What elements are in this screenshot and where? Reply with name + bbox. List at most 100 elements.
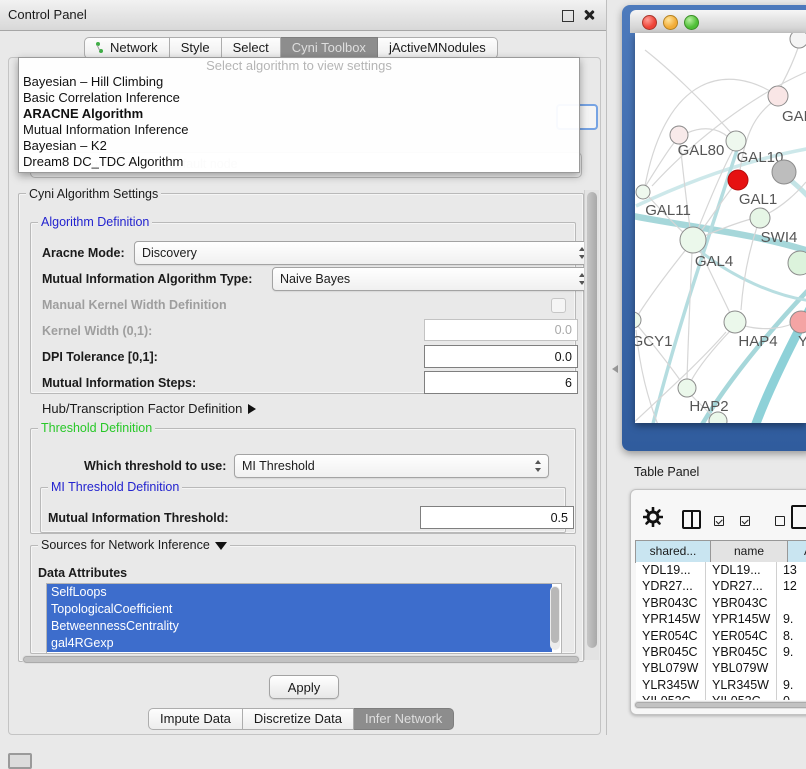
tab-network[interactable]: Network <box>84 37 170 59</box>
select-all-checkbox-icon[interactable] <box>714 516 724 526</box>
table-hscrollbar-thumb[interactable] <box>635 702 806 708</box>
gear-icon[interactable] <box>643 507 663 527</box>
algorithm-option[interactable]: Bayesian – K2 <box>19 138 579 154</box>
table-row[interactable]: YIL052CYIL052C0. <box>636 693 806 700</box>
table-row[interactable]: YER054CYER054C8. <box>636 628 806 644</box>
tab-jactivemnodules[interactable]: jActiveMNodules <box>378 37 498 59</box>
expand-right-icon <box>248 404 256 414</box>
network-node-gcy1[interactable] <box>635 312 641 328</box>
network-node[interactable] <box>772 160 796 184</box>
table-column-header[interactable]: name <box>710 540 788 563</box>
network-node-hap2[interactable] <box>678 379 696 397</box>
network-node-hap4[interactable] <box>724 311 746 333</box>
network-node-swi4[interactable] <box>750 208 770 228</box>
node-label: GAL80 <box>678 142 725 159</box>
apply-button[interactable]: Apply <box>269 675 339 699</box>
apply-button-label: Apply <box>288 680 321 695</box>
data-attributes-label: Data Attributes <box>38 566 127 580</box>
network-node-gal10[interactable] <box>726 131 746 151</box>
network-node-gal11[interactable] <box>636 185 650 199</box>
mi-steps-field[interactable]: 6 <box>424 371 578 394</box>
table-cell: YIL052C <box>636 693 706 700</box>
network-node-y[interactable] <box>790 311 806 333</box>
settings-hscrollbar[interactable] <box>22 655 580 664</box>
table-row[interactable]: YBR045CYBR045C9. <box>636 644 806 660</box>
network-node[interactable] <box>790 33 806 48</box>
attribute-list-item[interactable]: BetweennessCentrality <box>47 618 552 635</box>
tab-label: jActiveMNodules <box>389 38 486 58</box>
table-row[interactable]: YDR27...YDR27...12 <box>636 578 806 594</box>
manual-kernel-width-checkbox[interactable] <box>551 298 566 313</box>
tab-label: Infer Network <box>365 709 442 729</box>
columns-icon[interactable] <box>682 510 701 529</box>
new-table-icon[interactable] <box>791 505 806 529</box>
aracne-mode-select[interactable]: Discovery <box>134 241 593 265</box>
close-icon[interactable] <box>583 9 595 21</box>
algorithm-option[interactable]: Mutual Information Inference <box>19 122 579 138</box>
table-row[interactable]: YDL19...YDL19...13 <box>636 562 806 578</box>
network-node-gal1[interactable] <box>728 170 748 190</box>
table-row[interactable]: YPR145WYPR145W9. <box>636 611 806 627</box>
dpi-tolerance-field[interactable]: 0.0 <box>424 345 578 368</box>
dpi-tolerance-value: 0.0 <box>555 350 572 364</box>
minimized-panel-icon[interactable] <box>8 753 32 769</box>
select-all-checkbox-icon-2[interactable] <box>740 516 750 526</box>
mac-zoom-icon[interactable] <box>684 15 699 30</box>
table-row[interactable]: YBL079WYBL079W <box>636 660 806 676</box>
table-row[interactable]: YBR043CYBR043C <box>636 595 806 611</box>
table-body[interactable]: YDL19...YDL19...13YDR27...YDR27...12YBR0… <box>636 562 806 700</box>
control-panel-titlebar[interactable]: Control Panel <box>0 0 606 31</box>
algorithm-option[interactable]: Bayesian – Hill Climbing <box>19 74 579 90</box>
algorithm-option[interactable]: ARACNE Algorithm <box>19 106 579 122</box>
sources-group-title[interactable]: Sources for Network Inference <box>38 538 230 552</box>
tab-select[interactable]: Select <box>222 37 281 59</box>
which-threshold-select[interactable]: MI Threshold <box>234 454 549 478</box>
tab-style[interactable]: Style <box>170 37 222 59</box>
tab-discretize-data[interactable]: Discretize Data <box>243 708 354 730</box>
tab-label: Cyni Toolbox <box>292 38 366 58</box>
kernel-width-label: Kernel Width (0,1): <box>42 324 152 338</box>
node-label: SWI4 <box>761 229 798 246</box>
attribute-list-item[interactable]: gal4RGexp <box>47 635 552 652</box>
table-column-header[interactable]: shared... <box>635 540 711 563</box>
mac-close-icon[interactable] <box>642 15 657 30</box>
splitter-collapse-icon[interactable] <box>612 365 618 373</box>
attribute-list-item[interactable]: SelfLoops <box>47 584 552 601</box>
node-label: GAL <box>782 108 806 125</box>
deselect-all-checkbox-icon[interactable] <box>775 516 785 526</box>
table-cell: YDR27... <box>636 578 706 594</box>
settings-vscrollbar-thumb[interactable] <box>587 192 597 648</box>
tab-label: Impute Data <box>160 709 231 729</box>
algorithm-option[interactable]: Dream8 DC_TDC Algorithm <box>19 154 579 170</box>
kernel-width-field[interactable]: 0.0 <box>424 319 578 341</box>
list-scrollbar[interactable] <box>550 586 560 650</box>
settings-hscrollbar-thumb[interactable] <box>23 656 579 663</box>
table-column-header[interactable]: A <box>787 540 806 563</box>
combo-arrows-icon <box>535 460 542 472</box>
tab-infer-network[interactable]: Infer Network <box>354 708 454 730</box>
mac-minimize-icon[interactable] <box>663 15 678 30</box>
settings-vscrollbar[interactable] <box>584 190 599 660</box>
network-node[interactable] <box>788 251 806 275</box>
tab-cyni-toolbox[interactable]: Cyni Toolbox <box>281 37 378 59</box>
table-cell: YBR045C <box>636 644 706 660</box>
tab-impute-data[interactable]: Impute Data <box>148 708 243 730</box>
mi-algorithm-type-select[interactable]: Naive Bayes <box>272 267 593 291</box>
network-icon <box>96 42 106 54</box>
table-hscrollbar[interactable] <box>634 701 806 709</box>
float-window-icon[interactable] <box>562 10 574 22</box>
attribute-list-item[interactable]: TopologicalCoefficient <box>47 601 552 618</box>
node-label: HAP4 <box>738 333 777 350</box>
network-canvas[interactable]: GALGAL80GAL10GAL1GAL11SWI4GAL4GCY1HAP4YH… <box>635 33 806 423</box>
node-label: GAL11 <box>645 202 691 219</box>
mi-threshold-field[interactable]: 0.5 <box>420 506 574 529</box>
algorithm-option[interactable]: Basic Correlation Inference <box>19 90 579 106</box>
table-cell: 9. <box>777 611 806 627</box>
network-graph: GALGAL80GAL10GAL1GAL11SWI4GAL4GCY1HAP4YH… <box>635 33 806 423</box>
network-node-gal4[interactable] <box>680 227 706 253</box>
table-row[interactable]: YLR345WYLR345W9. <box>636 677 806 693</box>
data-attributes-list[interactable]: SelfLoopsTopologicalCoefficientBetweenne… <box>46 583 562 654</box>
hub-definition-toggle[interactable]: Hub/Transcription Factor Definition <box>42 401 256 416</box>
tab-label: Style <box>181 38 210 58</box>
network-node-gal[interactable] <box>768 86 788 106</box>
